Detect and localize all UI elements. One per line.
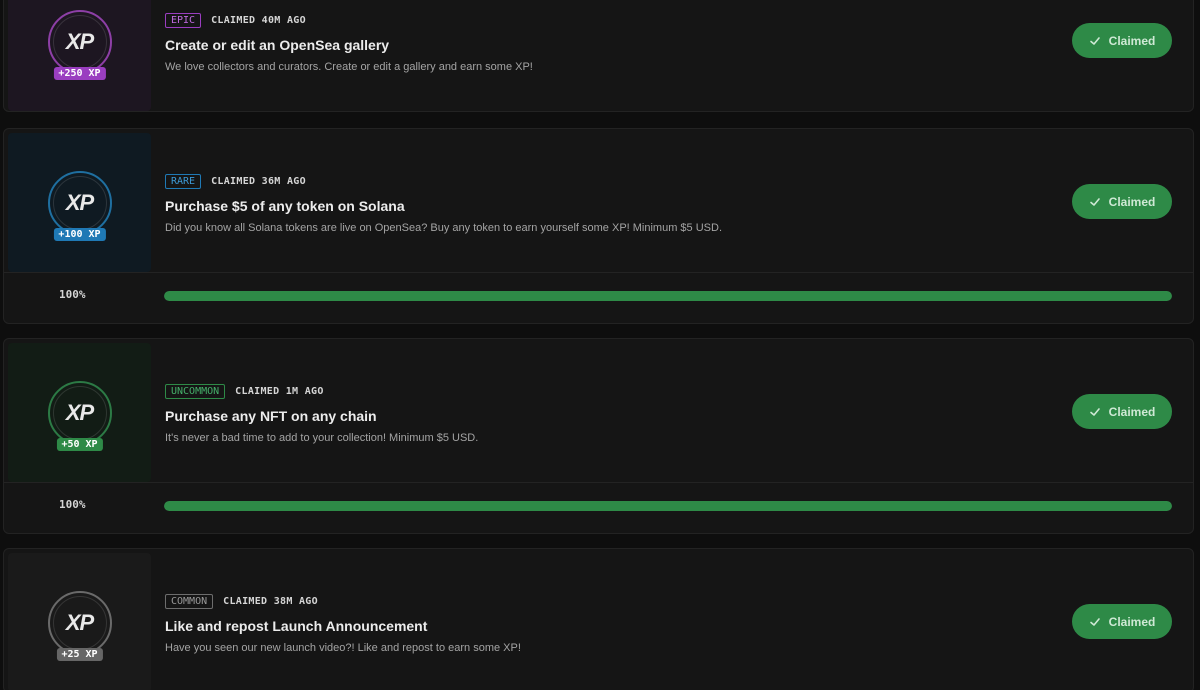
xp-icon: XP +100 XP [47, 170, 112, 241]
quest-card: XP +250 XP EPIC CLAIMED 40M AGO Create o… [3, 0, 1194, 112]
rarity-badge: UNCOMMON [165, 383, 226, 399]
progress-row: 100% [4, 482, 1193, 529]
xp-badge-thumbnail: XP +100 XP [8, 133, 151, 272]
quest-title: Create or edit an OpenSea gallery [165, 37, 390, 53]
check-icon [1089, 36, 1100, 45]
claimed-button-label: Claimed [1108, 194, 1156, 209]
claimed-button[interactable]: Claimed [1072, 23, 1172, 58]
quest-info: COMMON CLAIMED 38M AGO Like and repost L… [165, 593, 1043, 654]
check-icon [1089, 617, 1100, 626]
progress-bar-fill [164, 291, 1172, 301]
rarity-badge: COMMON [165, 593, 214, 609]
xp-icon: XP +25 XP [47, 590, 112, 661]
quest-card-header: XP +100 XP RARE CLAIMED 36M AGO Purchase… [4, 129, 1193, 272]
claimed-button[interactable]: Claimed [1072, 184, 1172, 219]
rarity-badge: RARE [165, 173, 202, 189]
quest-description: Did you know all Solana tokens are live … [165, 222, 723, 234]
quest-title: Like and repost Launch Announcement [165, 618, 428, 634]
xp-icon-label: XP [65, 609, 94, 635]
progress-bar-fill [164, 501, 1172, 511]
xp-icon-label: XP [65, 28, 94, 54]
check-icon [1089, 197, 1100, 206]
xp-icon-label: XP [65, 399, 94, 425]
quest-card-header: XP +25 XP COMMON CLAIMED 38M AGO Like an… [4, 549, 1193, 690]
quest-meta: RARE CLAIMED 36M AGO [165, 173, 1043, 189]
quest-info: UNCOMMON CLAIMED 1M AGO Purchase any NFT… [165, 383, 1043, 444]
progress-row: 100% [4, 272, 1193, 319]
xp-icon: XP +50 XP [47, 380, 112, 451]
xp-icon-label: XP [65, 189, 94, 215]
quest-meta: COMMON CLAIMED 38M AGO [165, 593, 1043, 609]
xp-badge-thumbnail: XP +50 XP [8, 343, 151, 482]
claimed-button-label: Claimed [1108, 33, 1156, 48]
claimed-button-label: Claimed [1108, 614, 1156, 629]
xp-reward-badge: +25 XP [56, 647, 103, 661]
xp-icon: XP +250 XP [47, 9, 112, 80]
quest-card: XP +100 XP RARE CLAIMED 36M AGO Purchase… [3, 128, 1194, 324]
quest-card-header: XP +250 XP EPIC CLAIMED 40M AGO Create o… [4, 0, 1193, 111]
claimed-button-label: Claimed [1108, 404, 1156, 419]
progress-bar [164, 291, 1172, 301]
quest-feed: XP +250 XP EPIC CLAIMED 40M AGO Create o… [0, 0, 1200, 690]
quest-card-header: XP +50 XP UNCOMMON CLAIMED 1M AGO Purcha… [4, 339, 1193, 482]
quest-meta: EPIC CLAIMED 40M AGO [165, 12, 1043, 28]
xp-reward-badge: +100 XP [53, 227, 106, 241]
check-icon [1089, 407, 1100, 416]
quest-card: XP +25 XP COMMON CLAIMED 38M AGO Like an… [3, 548, 1194, 690]
claimed-timestamp: CLAIMED 40M AGO [211, 14, 306, 26]
xp-reward-badge: +50 XP [56, 437, 103, 451]
xp-badge-thumbnail: XP +250 XP [8, 0, 151, 111]
progress-percent: 100% [59, 498, 86, 511]
quest-title: Purchase $5 of any token on Solana [165, 198, 405, 214]
quest-meta: UNCOMMON CLAIMED 1M AGO [165, 383, 1043, 399]
claimed-button[interactable]: Claimed [1072, 604, 1172, 639]
claimed-timestamp: CLAIMED 1M AGO [235, 385, 324, 397]
quest-description: It's never a bad time to add to your col… [165, 432, 479, 444]
quest-card: XP +50 XP UNCOMMON CLAIMED 1M AGO Purcha… [3, 338, 1194, 534]
quest-title: Purchase any NFT on any chain [165, 408, 377, 424]
claimed-timestamp: CLAIMED 36M AGO [211, 175, 306, 187]
xp-reward-badge: +250 XP [53, 66, 106, 80]
quest-info: EPIC CLAIMED 40M AGO Create or edit an O… [165, 12, 1043, 73]
xp-badge-thumbnail: XP +25 XP [8, 553, 151, 690]
claimed-timestamp: CLAIMED 38M AGO [223, 595, 318, 607]
claimed-button[interactable]: Claimed [1072, 394, 1172, 429]
quest-description: We love collectors and curators. Create … [165, 61, 533, 73]
quest-description: Have you seen our new launch video?! Lik… [165, 642, 521, 654]
progress-bar [164, 501, 1172, 511]
rarity-badge: EPIC [165, 12, 202, 28]
progress-percent: 100% [59, 288, 86, 301]
quest-info: RARE CLAIMED 36M AGO Purchase $5 of any … [165, 173, 1043, 234]
